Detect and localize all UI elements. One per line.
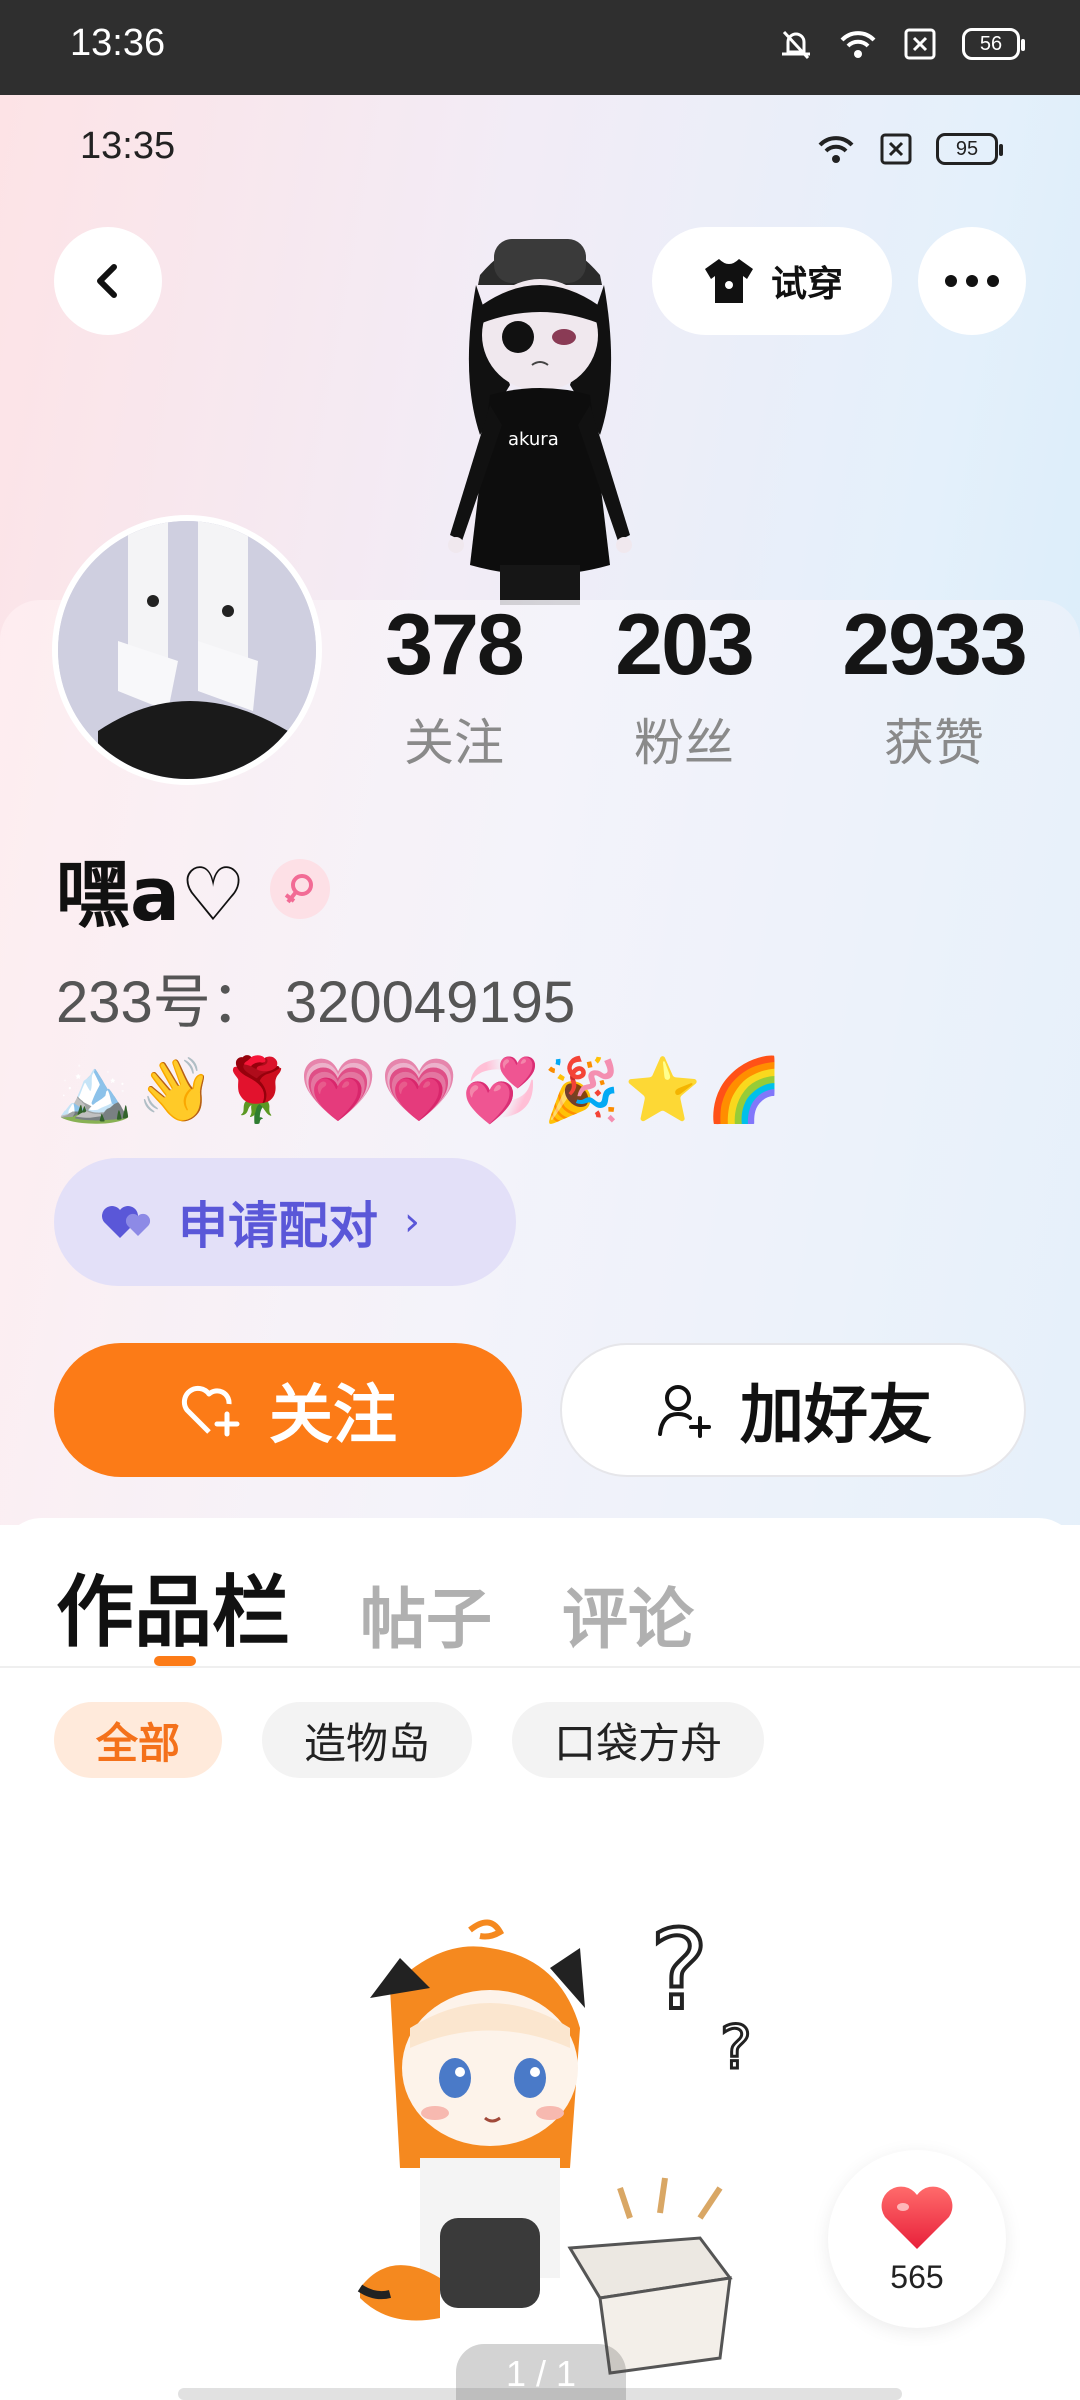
filter-creation-island[interactable]: 造物岛 (262, 1702, 473, 1778)
inner-time: 13:35 (80, 125, 176, 167)
try-on-label: 试穿 (770, 264, 843, 305)
tab-posts[interactable]: 帖子 (360, 1566, 492, 1662)
mute-bell-icon (782, 30, 810, 60)
nickname: 嘿a♡ (56, 852, 247, 938)
tab-works[interactable]: 作品栏 (56, 1550, 290, 1662)
bio-emojis: 🏔️👋🌹💗💗💞🎉⭐🌈 (56, 1053, 787, 1126)
wifi-icon (840, 31, 876, 58)
filter-chips: 全部 造物岛 口袋方舟 (54, 1702, 765, 1778)
svg-text:?: ? (650, 1918, 708, 2034)
apply-pair-button[interactable]: 申请配对 › (54, 1158, 516, 1286)
stat-label: 关注 (404, 714, 504, 772)
user-id: 233号： 320049195 (56, 970, 576, 1035)
stat-value: 2933 (842, 597, 1027, 693)
stat-label: 粉丝 (634, 714, 734, 772)
sim-x-icon (880, 133, 912, 165)
female-icon (270, 858, 331, 919)
filter-all[interactable]: 全部 (54, 1702, 223, 1778)
inner-status-bar: 13:35 95 (0, 95, 1080, 205)
tab-comments[interactable]: 评论 (562, 1566, 694, 1662)
wifi-icon (818, 136, 854, 163)
try-on-button[interactable]: 试穿 (652, 227, 892, 335)
filter-pocket-ark[interactable]: 口袋方舟 (512, 1702, 765, 1778)
apply-pair-label: 申请配对 (178, 1197, 378, 1255)
system-status-bar: 13:36 56 (0, 0, 1080, 95)
chevron-left-icon (97, 264, 117, 298)
more-options-button[interactable] (918, 227, 1026, 335)
svg-text:?: ? (720, 2013, 752, 2083)
sim-x-icon (904, 28, 936, 60)
stat-likes[interactable]: 2933 获赞 (824, 595, 1044, 775)
stat-value: 378 (385, 597, 525, 693)
divider (0, 1666, 1080, 1668)
tshirt-icon (704, 259, 753, 303)
scroll-track (178, 2388, 902, 2400)
nickname-row: 嘿a♡ (56, 835, 331, 942)
system-time: 13:36 (70, 22, 166, 64)
stat-value: 203 (615, 597, 755, 693)
add-friend-label: 加好友 (740, 1379, 932, 1453)
battery-icon: 95 (936, 133, 1003, 165)
back-button[interactable] (54, 227, 162, 335)
inner-status-icons: 95 (816, 129, 1003, 169)
heart-icon (881, 2186, 953, 2249)
avatar[interactable] (52, 515, 322, 785)
like-button[interactable]: 565 (828, 2150, 1006, 2328)
person-add-icon (658, 1385, 711, 1438)
empty-state-illustration: ? ? (357, 1918, 753, 2375)
active-tab-indicator (154, 1656, 196, 1666)
avatar-3d-figure[interactable]: akura (420, 205, 660, 615)
chevron-right-icon: › (404, 1199, 420, 1245)
follow-button[interactable]: 关注 (54, 1343, 522, 1477)
svg-text:akura: akura (508, 429, 559, 450)
like-count: 565 (890, 2258, 944, 2295)
heart-plus-icon (181, 1385, 240, 1437)
double-heart-icon (102, 1206, 151, 1238)
stat-following[interactable]: 378 关注 (344, 595, 564, 775)
add-friend-button[interactable]: 加好友 (560, 1343, 1026, 1477)
battery-icon: 56 (962, 28, 1025, 60)
system-status-icons: 56 (776, 24, 1025, 64)
content-tabs: 作品栏 帖子 评论 (56, 1550, 694, 1662)
stat-label: 获赞 (884, 714, 984, 772)
stat-followers[interactable]: 203 粉丝 (574, 595, 794, 775)
more-dots-icon (945, 275, 999, 287)
avatar-image (58, 521, 316, 779)
follow-label: 关注 (269, 1379, 397, 1453)
